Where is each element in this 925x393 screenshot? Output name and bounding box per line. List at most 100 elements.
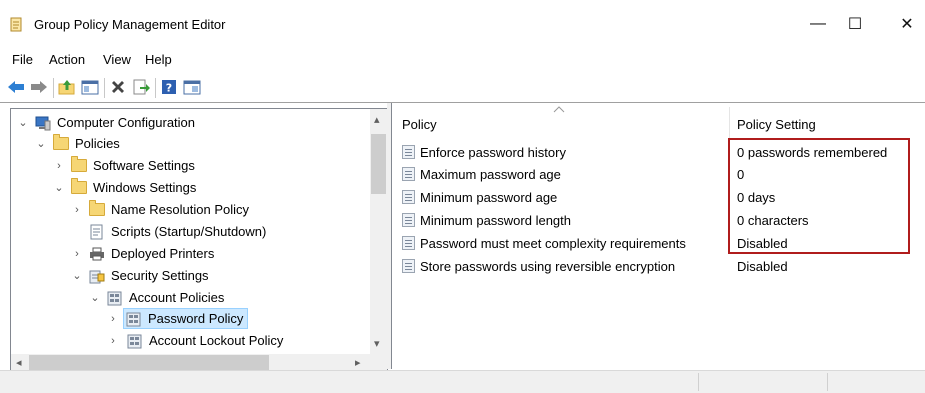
policy-row[interactable]: Store passwords using reversible encrypt… — [402, 255, 675, 277]
policy-item-icon — [402, 145, 415, 159]
folder-icon — [89, 199, 105, 218]
policy-name: Maximum password age — [420, 166, 561, 182]
computer-icon — [35, 116, 51, 130]
policy-row[interactable]: Maximum password age — [402, 163, 561, 185]
tree-label: Name Resolution Policy — [111, 202, 250, 217]
window-title: Group Policy Management Editor — [34, 17, 226, 32]
tree-item-windows-settings[interactable]: ⌄ Windows Settings — [53, 177, 196, 198]
tree-label: Software Settings — [93, 158, 195, 173]
show-hide-tree-button[interactable] — [80, 77, 100, 97]
menu-bar: File Action View Help — [0, 48, 925, 70]
selected-node[interactable]: Password Policy — [123, 308, 249, 329]
folder-icon — [71, 155, 87, 174]
minimize-icon: — — [810, 15, 826, 32]
menu-help[interactable]: Help — [145, 52, 172, 67]
close-icon: ✕ — [900, 16, 914, 33]
column-header-policy[interactable]: Policy — [402, 117, 437, 132]
collapsed-chevron-icon[interactable]: › — [53, 160, 65, 172]
delete-button[interactable] — [108, 77, 128, 97]
expanded-chevron-icon[interactable]: ⌄ — [17, 117, 29, 129]
svg-text:?: ? — [166, 82, 172, 95]
back-button[interactable] — [6, 77, 26, 97]
close-button[interactable]: ✕ — [884, 8, 925, 40]
menu-action[interactable]: Action — [49, 52, 85, 67]
column-header-policy-setting[interactable]: Policy Setting — [737, 117, 816, 132]
printer-icon — [90, 247, 104, 260]
tree-item-deployed-printers[interactable]: › Deployed Printers — [71, 243, 214, 264]
maximize-icon: ☐ — [847, 16, 863, 33]
policy-name: Minimum password age — [420, 189, 558, 205]
up-one-level-button[interactable] — [57, 77, 77, 97]
policy-row[interactable]: Password must meet complexity requiremen… — [402, 232, 686, 254]
tree-item-computer-configuration[interactable]: ⌄ Computer Configuration — [17, 112, 195, 133]
highlight-annotation-box — [728, 138, 910, 254]
tree-item-password-policy[interactable]: › Password Policy — [107, 308, 249, 329]
policy-row[interactable]: Minimum password length — [402, 209, 571, 231]
policy-folder-icon — [126, 312, 141, 326]
tree-item-account-lockout-policy[interactable]: › Account Lockout Policy — [107, 330, 283, 351]
scroll-down-arrow-icon[interactable]: ▾ — [374, 337, 380, 350]
tree-label: Password Policy — [148, 311, 244, 326]
back-arrow-icon — [8, 81, 24, 93]
scroll-up-arrow-icon[interactable]: ▴ — [374, 113, 380, 126]
tree-label: Account Policies — [129, 290, 225, 305]
help-icon: ? — [162, 80, 176, 95]
tree-label: Account Lockout Policy — [149, 333, 284, 348]
folder-icon — [71, 177, 87, 196]
scroll-right-arrow-icon[interactable]: ▸ — [355, 356, 361, 369]
expanded-chevron-icon[interactable]: ⌄ — [89, 292, 101, 304]
group-policy-icon — [10, 17, 22, 32]
policy-name: Enforce password history — [420, 144, 566, 160]
policy-setting: Disabled — [737, 258, 788, 274]
tree-label: Computer Configuration — [57, 115, 196, 130]
expanded-chevron-icon[interactable]: ⌄ — [35, 138, 47, 150]
policy-name: Store passwords using reversible encrypt… — [420, 258, 676, 274]
console-tree[interactable]: ⌄ Computer Configuration ⌄ Policies › So… — [10, 108, 388, 372]
forward-arrow-icon — [31, 81, 47, 93]
tree-label: Deployed Printers — [111, 246, 215, 261]
tree-label: Windows Settings — [93, 180, 197, 195]
policy-row[interactable]: Minimum password age — [402, 186, 557, 208]
maximize-button[interactable]: ☐ — [832, 8, 878, 40]
tree-item-name-resolution-policy[interactable]: › Name Resolution Policy — [71, 199, 249, 220]
toolbar: ? — [0, 74, 925, 100]
menu-view[interactable]: View — [103, 52, 131, 67]
show-hide-tree-icon — [81, 80, 99, 95]
tree-horizontal-scrollbar[interactable]: ◂ ▸ — [11, 354, 370, 371]
menu-file[interactable]: File — [12, 52, 33, 67]
policy-item-icon — [402, 167, 415, 181]
scroll-left-arrow-icon[interactable]: ◂ — [16, 356, 22, 369]
tree-item-policies[interactable]: ⌄ Policies — [35, 133, 120, 154]
properties-button[interactable] — [182, 77, 202, 97]
collapsed-chevron-icon[interactable]: › — [71, 204, 83, 216]
collapsed-chevron-icon[interactable]: › — [107, 335, 119, 347]
title-bar: Group Policy Management Editor — ☐ ✕ — [0, 0, 925, 44]
policy-row[interactable]: Enforce password history — [402, 141, 566, 163]
export-list-icon — [133, 79, 150, 95]
status-bar — [0, 370, 925, 393]
collapsed-chevron-icon[interactable]: › — [71, 248, 83, 260]
up-folder-icon — [58, 80, 75, 95]
policy-item-icon — [402, 190, 415, 204]
properties-icon — [183, 80, 201, 95]
scroll-thumb[interactable] — [29, 355, 269, 370]
tree-label: Security Settings — [111, 268, 209, 283]
help-button[interactable]: ? — [159, 77, 179, 97]
tree-item-scripts[interactable]: Scripts (Startup/Shutdown) — [71, 221, 266, 242]
scroll-thumb[interactable] — [371, 134, 386, 194]
tree-label: Scripts (Startup/Shutdown) — [111, 224, 267, 239]
policy-item-icon — [402, 259, 415, 273]
tree-label: Policies — [75, 136, 120, 151]
collapsed-chevron-icon[interactable]: › — [107, 313, 119, 325]
tree-item-account-policies[interactable]: ⌄ Account Policies — [89, 287, 224, 308]
expanded-chevron-icon[interactable]: ⌄ — [71, 270, 83, 282]
tree-item-security-settings[interactable]: ⌄ Security Settings — [71, 265, 209, 286]
export-list-button[interactable] — [131, 77, 151, 97]
sort-ascending-icon — [553, 106, 565, 113]
tree-item-software-settings[interactable]: › Software Settings — [53, 155, 195, 176]
folder-icon — [53, 133, 69, 152]
forward-button[interactable] — [29, 77, 49, 97]
policy-folder-icon — [107, 291, 122, 305]
tree-vertical-scrollbar[interactable]: ▴ ▾ — [370, 109, 387, 354]
expanded-chevron-icon[interactable]: ⌄ — [53, 182, 65, 194]
